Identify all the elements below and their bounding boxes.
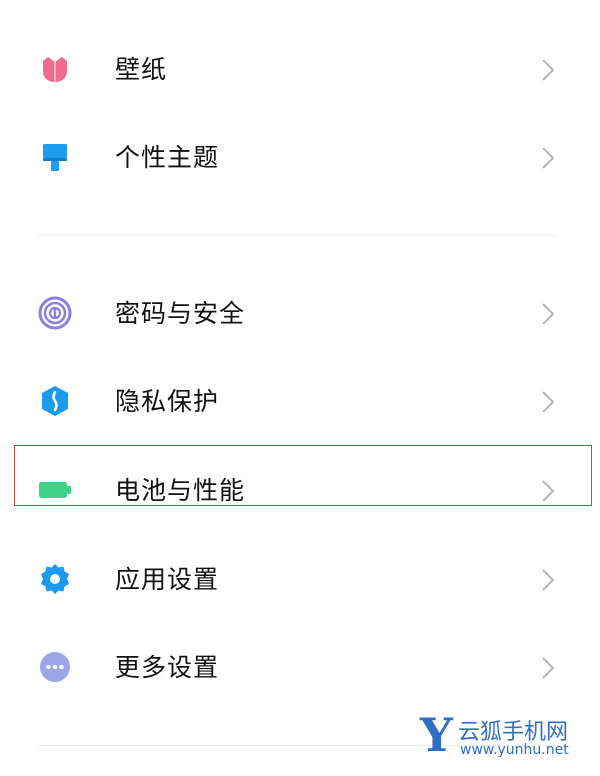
chevron-right-icon bbox=[540, 389, 556, 415]
chevron-right-icon bbox=[540, 478, 556, 504]
site-watermark: Y 云狐手机网 www.yunhu.net bbox=[420, 708, 596, 768]
chevron-right-icon bbox=[540, 301, 556, 327]
section-divider bbox=[38, 235, 558, 236]
tulip-wallpaper-icon bbox=[37, 51, 73, 87]
settings-item-battery-performance[interactable]: 电池与性能 bbox=[0, 447, 600, 535]
fingerprint-icon bbox=[37, 295, 73, 331]
settings-item-label: 更多设置 bbox=[115, 653, 220, 682]
settings-item-privacy[interactable]: 隐私保护 bbox=[0, 358, 600, 446]
battery-icon bbox=[37, 472, 73, 508]
settings-item-password-security[interactable]: 密码与安全 bbox=[0, 270, 600, 358]
chevron-right-icon bbox=[540, 655, 556, 681]
settings-list: 壁纸 个性主题 密码与安全 隐私保护 电池与性能 应用设置 更多设置 bbox=[0, 0, 600, 776]
privacy-shield-icon bbox=[37, 383, 73, 419]
settings-item-label: 个性主题 bbox=[115, 143, 220, 172]
settings-item-label: 壁纸 bbox=[115, 55, 168, 84]
settings-item-wallpaper[interactable]: 壁纸 bbox=[0, 26, 600, 114]
chevron-right-icon bbox=[540, 567, 556, 593]
settings-item-more-settings[interactable]: 更多设置 bbox=[0, 624, 600, 712]
settings-item-label: 应用设置 bbox=[115, 565, 220, 594]
more-dots-icon bbox=[37, 649, 73, 685]
settings-item-app-settings[interactable]: 应用设置 bbox=[0, 536, 600, 624]
watermark-url: www.yunhu.net bbox=[460, 742, 569, 758]
settings-item-themes[interactable]: 个性主题 bbox=[0, 114, 600, 202]
settings-item-label: 电池与性能 bbox=[115, 476, 246, 505]
paintbrush-theme-icon bbox=[37, 139, 73, 175]
settings-item-label: 密码与安全 bbox=[115, 299, 246, 328]
chevron-right-icon bbox=[540, 57, 556, 83]
settings-item-label: 隐私保护 bbox=[115, 387, 220, 416]
gear-icon bbox=[37, 561, 73, 597]
watermark-logo-letter: Y bbox=[420, 708, 453, 762]
chevron-right-icon bbox=[540, 145, 556, 171]
